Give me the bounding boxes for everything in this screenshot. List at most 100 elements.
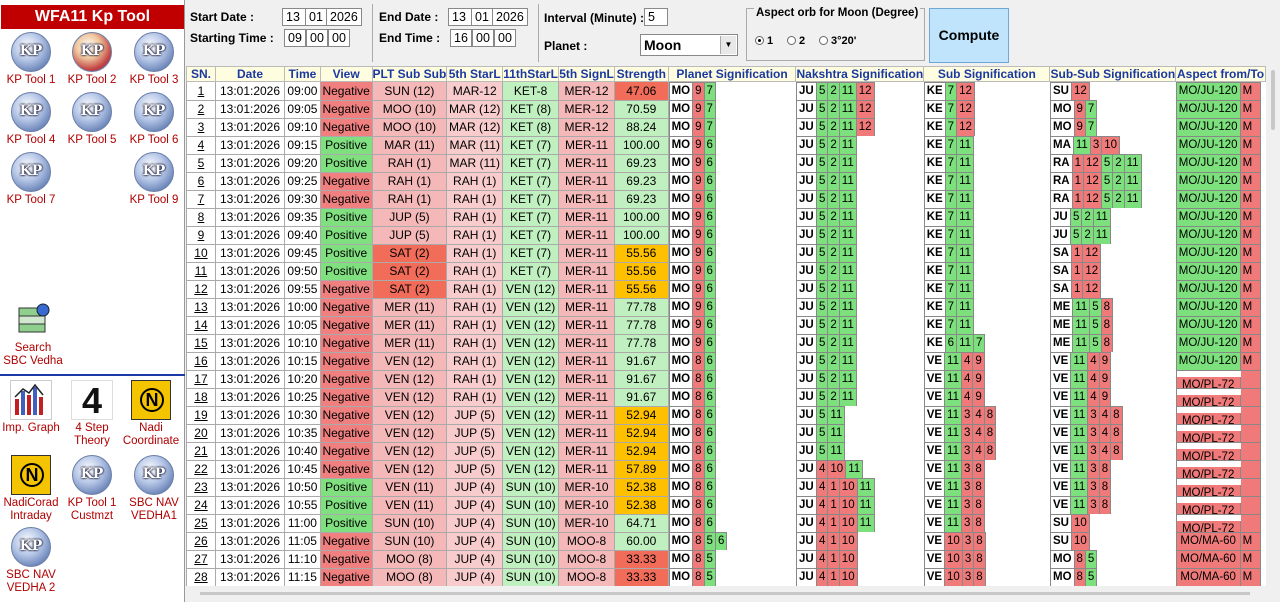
- cell-sn[interactable]: 26: [186, 531, 216, 551]
- cell-sn[interactable]: 4: [186, 135, 216, 155]
- table-row[interactable]: 27 13:01:2026 11:10 Negative MOO (8) JUP (4) S…: [186, 549, 1266, 569]
- cell-sn[interactable]: 6: [186, 171, 216, 191]
- start-minute-field[interactable]: 00: [306, 29, 328, 47]
- table-row[interactable]: 18 13:01:2026 10:25 Negative VEN (12) RAH (1)…: [186, 387, 1266, 407]
- table-row[interactable]: 25 13:01:2026 11:00 Positive SUN (10) JUP (4)…: [186, 513, 1266, 533]
- start-month-field[interactable]: 01: [305, 8, 327, 26]
- kp-tool-6-button[interactable]: KP KP Tool 6: [123, 92, 185, 147]
- cell-sn[interactable]: 11: [186, 261, 216, 281]
- start-second-field[interactable]: 00: [328, 29, 350, 47]
- cell-sn[interactable]: 16: [186, 351, 216, 371]
- cell-sn[interactable]: 18: [186, 387, 216, 407]
- nadicorad-intraday-button[interactable]: N NadiCorad Intraday: [0, 455, 62, 523]
- kp-tool-4-button[interactable]: KP KP Tool 4: [0, 92, 62, 147]
- col-view[interactable]: View: [319, 66, 373, 82]
- table-row[interactable]: 11 13:01:2026 09:50 Positive SAT (2) RAH (1) K…: [186, 261, 1266, 281]
- col-5th-signl[interactable]: 5th SignL: [558, 66, 616, 82]
- table-row[interactable]: 20 13:01:2026 10:35 Negative VEN (12) JUP (5)…: [186, 423, 1266, 443]
- sbc-nav-vedha1-button[interactable]: KP SBC NAV VEDHA1: [123, 455, 185, 523]
- cell-sn[interactable]: 28: [186, 567, 216, 586]
- table-row[interactable]: 23 13:01:2026 10:50 Positive VEN (11) JUP (4)…: [186, 477, 1266, 497]
- col-aspect[interactable]: Aspect from/To: [1175, 66, 1266, 82]
- table-row[interactable]: 13 13:01:2026 10:00 Negative MER (11) RAH (1)…: [186, 297, 1266, 317]
- col-strength[interactable]: Strength: [614, 66, 669, 82]
- table-row[interactable]: 9 13:01:2026 09:40 Positive JUP (5) RAH (1) KE…: [186, 225, 1266, 245]
- cell-sn[interactable]: 24: [186, 495, 216, 515]
- cell-sn[interactable]: 10: [186, 243, 216, 263]
- cell-sn[interactable]: 7: [186, 189, 216, 209]
- cell-sn[interactable]: 17: [186, 369, 216, 389]
- search-sbc-vedha-button[interactable]: Search SBC Vedha: [2, 300, 64, 368]
- cell-sn[interactable]: 13: [186, 297, 216, 317]
- table-row[interactable]: 6 13:01:2026 09:25 Negative RAH (1) RAH (1) KE…: [186, 171, 1266, 191]
- cell-sn[interactable]: 21: [186, 441, 216, 461]
- compute-button[interactable]: Compute: [929, 8, 1009, 63]
- table-row[interactable]: 3 13:01:2026 09:10 Negative MOO (10) MAR (12)…: [186, 117, 1266, 137]
- end-month-field[interactable]: 01: [471, 8, 493, 26]
- table-row[interactable]: 4 13:01:2026 09:15 Positive MAR (11) MAR (11)…: [186, 135, 1266, 155]
- four-step-theory-button[interactable]: 4 4 Step Theory: [61, 380, 123, 448]
- orb-radio-3-20[interactable]: 3°20': [819, 35, 856, 47]
- col-time[interactable]: Time: [284, 66, 321, 82]
- table-row[interactable]: 5 13:01:2026 09:20 Positive RAH (1) MAR (11) K…: [186, 153, 1266, 173]
- start-year-field[interactable]: 2026: [326, 8, 362, 26]
- table-row[interactable]: 22 13:01:2026 10:45 Negative VEN (12) JUP (5)…: [186, 459, 1266, 479]
- end-year-field[interactable]: 2026: [492, 8, 528, 26]
- table-row[interactable]: 17 13:01:2026 10:20 Negative VEN (12) RAH (1)…: [186, 369, 1266, 389]
- col-11th-starl[interactable]: 11thStarL: [502, 66, 560, 82]
- scroll-thumb[interactable]: [200, 592, 1250, 595]
- table-row[interactable]: 14 13:01:2026 10:05 Negative MER (11) RAH (1)…: [186, 315, 1266, 335]
- table-row[interactable]: 26 13:01:2026 11:05 Negative SUN (10) JUP (4)…: [186, 531, 1266, 551]
- planet-select[interactable]: Moon ▼: [640, 34, 738, 56]
- kp-tool-2-button[interactable]: KP KP Tool 2: [61, 32, 123, 87]
- cell-sn[interactable]: 2: [186, 99, 216, 119]
- table-row[interactable]: 15 13:01:2026 10:10 Negative MER (11) RAH (1)…: [186, 333, 1266, 353]
- table-row[interactable]: 8 13:01:2026 09:35 Positive JUP (5) RAH (1) KE…: [186, 207, 1266, 227]
- cell-sn[interactable]: 9: [186, 225, 216, 245]
- kp-tool-1-button[interactable]: KP KP Tool 1: [0, 32, 62, 87]
- sbc-nav-vedha2-button[interactable]: KP SBC NAV VEDHA 2: [0, 527, 62, 595]
- cell-sn[interactable]: 20: [186, 423, 216, 443]
- scroll-thumb[interactable]: [1271, 70, 1275, 130]
- table-row[interactable]: 7 13:01:2026 09:30 Negative RAH (1) RAH (1) KE…: [186, 189, 1266, 209]
- cell-sn[interactable]: 3: [186, 117, 216, 137]
- start-day-field[interactable]: 13: [282, 8, 306, 26]
- table-row[interactable]: 19 13:01:2026 10:30 Negative VEN (12) JUP (5)…: [186, 405, 1266, 425]
- kp-tool-1-custmzt-button[interactable]: KP KP Tool 1 Custmzt: [61, 455, 123, 523]
- col-subsub-signification[interactable]: Sub-Sub Signification: [1049, 66, 1177, 82]
- end-minute-field[interactable]: 00: [472, 29, 494, 47]
- cell-sn[interactable]: 8: [186, 207, 216, 227]
- cell-sn[interactable]: 23: [186, 477, 216, 497]
- cell-sn[interactable]: 1: [186, 81, 216, 101]
- end-second-field[interactable]: 00: [494, 29, 516, 47]
- kp-tool-3-button[interactable]: KP KP Tool 3: [123, 32, 185, 87]
- table-row[interactable]: 16 13:01:2026 10:15 Negative VEN (12) RAH (1)…: [186, 351, 1266, 371]
- table-row[interactable]: 1 13:01:2026 09:00 Negative SUN (12) MAR-12 KE…: [186, 81, 1266, 101]
- cell-sn[interactable]: 19: [186, 405, 216, 425]
- col-plt-sub-sub[interactable]: PLT Sub Sub: [371, 66, 448, 82]
- cell-sn[interactable]: 22: [186, 459, 216, 479]
- cell-sn[interactable]: 25: [186, 513, 216, 533]
- start-hour-field[interactable]: 09: [284, 29, 306, 47]
- imp-graph-button[interactable]: Imp. Graph: [0, 380, 62, 435]
- col-sub-signification[interactable]: Sub Signification: [923, 66, 1051, 82]
- orb-radio-2[interactable]: 2: [787, 35, 805, 47]
- cell-sn[interactable]: 12: [186, 279, 216, 299]
- nadi-coordinate-button[interactable]: N Nadi Coordinate: [119, 380, 183, 448]
- table-row[interactable]: 2 13:01:2026 09:05 Negative MOO (10) MAR (12)…: [186, 99, 1266, 119]
- vertical-scrollbar[interactable]: [1266, 66, 1280, 586]
- table-row[interactable]: 12 13:01:2026 09:55 Negative SAT (2) RAH (1) V…: [186, 279, 1266, 299]
- interval-field[interactable]: 5: [644, 8, 668, 26]
- table-row[interactable]: 28 13:01:2026 11:15 Negative MOO (8) JUP (4) S…: [186, 567, 1266, 586]
- col-date[interactable]: Date: [214, 66, 286, 82]
- table-row[interactable]: 21 13:01:2026 10:40 Negative VEN (12) JUP (5)…: [186, 441, 1266, 461]
- chevron-down-icon[interactable]: ▼: [720, 36, 736, 54]
- cell-sn[interactable]: 27: [186, 549, 216, 569]
- cell-sn[interactable]: 5: [186, 153, 216, 173]
- table-row[interactable]: 24 13:01:2026 10:55 Positive VEN (11) JUP (4)…: [186, 495, 1266, 515]
- table-row[interactable]: 10 13:01:2026 09:45 Positive SAT (2) RAH (1) K…: [186, 243, 1266, 263]
- end-day-field[interactable]: 13: [448, 8, 472, 26]
- end-hour-field[interactable]: 16: [450, 29, 472, 47]
- kp-tool-5-button[interactable]: KP KP Tool 5: [61, 92, 123, 147]
- orb-radio-1[interactable]: 1: [755, 35, 773, 47]
